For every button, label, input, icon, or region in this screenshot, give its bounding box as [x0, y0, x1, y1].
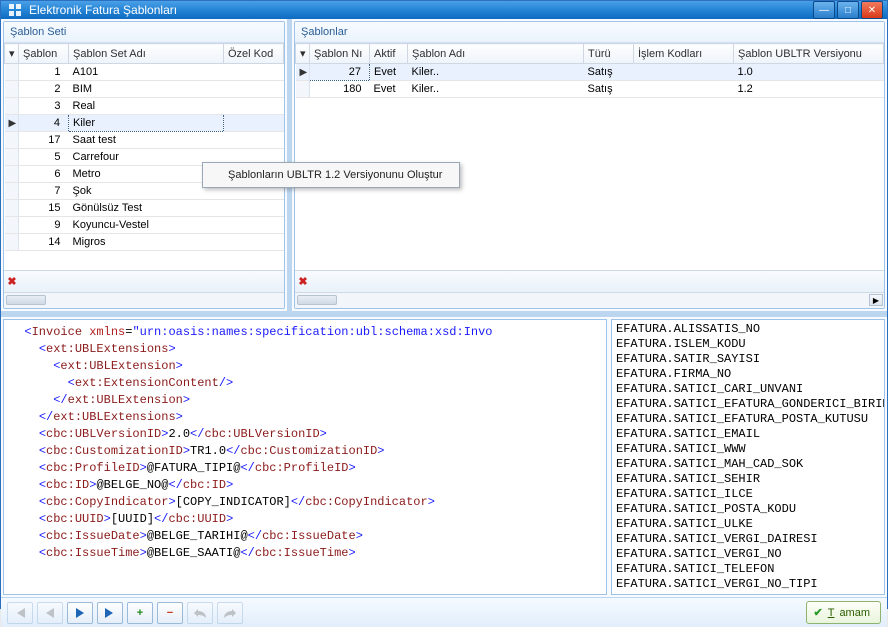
table-row[interactable]: ▶27EvetKiler..Satış1.0	[296, 64, 884, 81]
filter-dropdown-icon[interactable]: ▾	[296, 44, 310, 64]
field-item[interactable]: EFATURA.SATICI_CARI_UNVANI	[616, 382, 880, 397]
table-row[interactable]: 14Migros	[5, 234, 284, 251]
templates-grid[interactable]: ▾ Şablon Nı Aktif Şablon Adı Türü İşlem …	[295, 43, 884, 98]
field-item[interactable]: EFATURA.SATICI_VERGI_NO	[616, 547, 880, 562]
row-indicator-icon: ▶	[9, 118, 17, 129]
add-button[interactable]: +	[127, 602, 153, 624]
maximize-button[interactable]: □	[837, 1, 859, 19]
template-set-title: Şablon Seti	[4, 22, 284, 43]
xml-editor[interactable]: <Invoice xmlns="urn:oasis:names:specific…	[3, 319, 607, 595]
col-sablon-no[interactable]: Şablon Nı	[310, 44, 370, 64]
nav-next-button[interactable]	[67, 602, 93, 624]
table-row[interactable]: 17Saat test	[5, 132, 284, 149]
check-icon: ✔	[813, 606, 822, 619]
table-row[interactable]: ▶4Kiler	[5, 115, 284, 132]
table-row[interactable]: 3Real	[5, 98, 284, 115]
col-ver[interactable]: Şablon UBLTR Versiyonu	[734, 44, 884, 64]
table-row[interactable]: 2BIM	[5, 81, 284, 98]
col-islem[interactable]: İşlem Kodları	[634, 44, 734, 64]
col-ozel-kod[interactable]: Özel Kod	[224, 44, 284, 64]
template-set-grid-wrap: ▾ Şablon Şablon Set Adı Özel Kod 1A1012B…	[4, 43, 284, 270]
hscrollbar-left[interactable]	[4, 292, 284, 308]
field-item[interactable]: EFATURA.SATICI_EFATURA_GONDERICI_BIRIM	[616, 397, 880, 412]
field-item[interactable]: EFATURA.FIRMA_NO	[616, 367, 880, 382]
redo-button[interactable]	[217, 602, 243, 624]
field-item[interactable]: EFATURA.SATICI_EFATURA_POSTA_KUTUSU	[616, 412, 880, 427]
field-item[interactable]: EFATURA.ALISSATIS_NO	[616, 322, 880, 337]
field-item[interactable]: EFATURA.SATICI_WWW	[616, 442, 880, 457]
template-set-footer: ✖	[4, 270, 284, 292]
minimize-button[interactable]: —	[813, 1, 835, 19]
delete-button[interactable]: −	[157, 602, 183, 624]
toolbar: + − ✔ Tamam	[1, 597, 887, 627]
field-item[interactable]: EFATURA.SATICI_TELEFON	[616, 562, 880, 577]
content-area: Şablon Seti ▾ Şablon Şablon Set Adı Özel…	[1, 19, 887, 627]
table-row[interactable]: 180EvetKiler..Satış1.2	[296, 81, 884, 98]
table-row[interactable]: 15Gönülsüz Test	[5, 200, 284, 217]
nav-prev-button[interactable]	[37, 602, 63, 624]
field-item[interactable]: EFATURA.SATICI_EMAIL	[616, 427, 880, 442]
scroll-thumb[interactable]	[297, 295, 337, 305]
field-item[interactable]: EFATURA.ISLEM_KODU	[616, 337, 880, 352]
filter-clear-icon[interactable]: ✖	[295, 275, 311, 288]
ok-label-first: T	[828, 607, 835, 619]
filter-dropdown-icon[interactable]: ▾	[5, 44, 19, 64]
row-indicator-icon: ▶	[300, 67, 308, 78]
app-window: Elektronik Fatura Şablonları — □ ✕ Şablo…	[0, 0, 888, 609]
table-row[interactable]: 9Koyuncu-Vestel	[5, 217, 284, 234]
col-sablon[interactable]: Şablon	[19, 44, 69, 64]
col-set-adi[interactable]: Şablon Set Adı	[69, 44, 224, 64]
app-icon	[7, 2, 23, 18]
field-item[interactable]: EFATURA.SATICI_POSTA_KODU	[616, 502, 880, 517]
templates-title: Şablonlar	[295, 22, 884, 43]
templates-grid-wrap: ▾ Şablon Nı Aktif Şablon Adı Türü İşlem …	[295, 43, 884, 270]
template-set-grid[interactable]: ▾ Şablon Şablon Set Adı Özel Kod 1A1012B…	[4, 43, 284, 251]
field-item[interactable]: EFATURA.SATICI_SEHIR	[616, 472, 880, 487]
menu-create-ubltr12[interactable]: Şablonların UBLTR 1.2 Versiyonunu Oluştu…	[206, 166, 456, 184]
field-item[interactable]: EFATURA.SATICI_VERGI_DAIRESI	[616, 532, 880, 547]
col-aktif[interactable]: Aktif	[370, 44, 408, 64]
nav-last-button[interactable]	[97, 602, 123, 624]
col-sablon-adi[interactable]: Şablon Adı	[408, 44, 584, 64]
field-item[interactable]: EFATURA.SATICI_ULKE	[616, 517, 880, 532]
undo-button[interactable]	[187, 602, 213, 624]
nav-first-button[interactable]	[7, 602, 33, 624]
bottom-split: <Invoice xmlns="urn:oasis:names:specific…	[1, 314, 887, 597]
ok-button[interactable]: ✔ Tamam	[806, 601, 881, 624]
ok-label-rest: amam	[839, 607, 870, 619]
titlebar[interactable]: Elektronik Fatura Şablonları — □ ✕	[1, 1, 887, 19]
context-menu[interactable]: Şablonların UBLTR 1.2 Versiyonunu Oluştu…	[202, 162, 460, 188]
table-row[interactable]: 1A101	[5, 64, 284, 81]
field-item[interactable]: EFATURA.SATICI_ILCE	[616, 487, 880, 502]
filter-clear-icon[interactable]: ✖	[4, 275, 20, 288]
field-item[interactable]: EFATURA.SATICI_VERGI_NO_TIPI	[616, 577, 880, 592]
scroll-arrow-right-icon[interactable]: ▶	[869, 294, 883, 306]
window-controls: — □ ✕	[813, 1, 883, 19]
templates-footer: ✖	[295, 270, 884, 292]
col-turu[interactable]: Türü	[584, 44, 634, 64]
field-item[interactable]: EFATURA.SATIR_SAYISI	[616, 352, 880, 367]
field-item[interactable]: EFATURA.SATICI_MAH_CAD_SOK	[616, 457, 880, 472]
scroll-thumb[interactable]	[6, 295, 46, 305]
hscrollbar-right[interactable]: ▶	[295, 292, 884, 308]
fields-list[interactable]: EFATURA.ALISSATIS_NOEFATURA.ISLEM_KODUEF…	[611, 319, 885, 595]
close-button[interactable]: ✕	[861, 1, 883, 19]
window-title: Elektronik Fatura Şablonları	[29, 3, 813, 17]
